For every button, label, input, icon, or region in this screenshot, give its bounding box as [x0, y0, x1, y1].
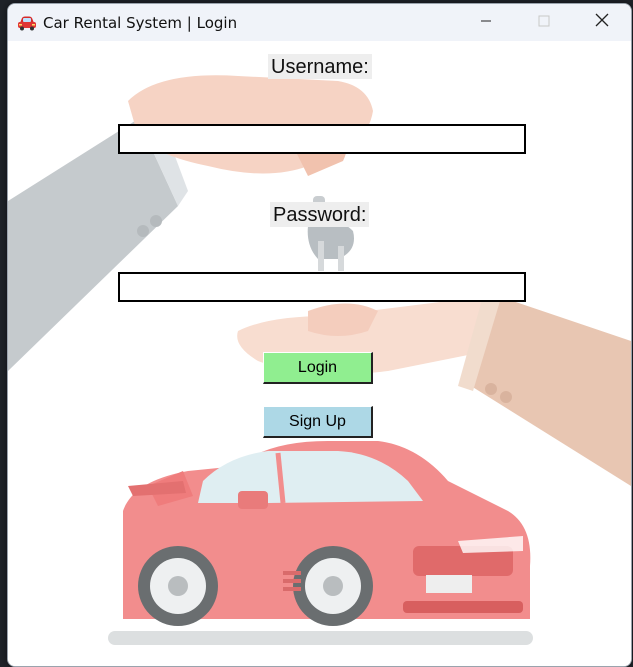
- maximize-icon: [538, 14, 550, 32]
- window-title: Car Rental System | Login: [43, 13, 238, 32]
- minimize-icon: [480, 14, 492, 32]
- red-car-icon: [17, 13, 37, 33]
- password-field[interactable]: [118, 272, 526, 302]
- username-label: Username:: [268, 54, 372, 79]
- username-field[interactable]: [118, 124, 526, 154]
- minimize-button[interactable]: [457, 4, 515, 41]
- close-button[interactable]: [573, 4, 631, 41]
- password-label: Password:: [270, 202, 370, 227]
- title-bar[interactable]: Car Rental System | Login: [8, 4, 631, 41]
- login-panel: Username: Password: Login Sign Up: [8, 41, 631, 666]
- close-icon: [595, 13, 609, 32]
- signup-button[interactable]: Sign Up: [263, 406, 373, 438]
- maximize-button[interactable]: [515, 4, 573, 41]
- login-button[interactable]: Login: [263, 352, 373, 384]
- window-controls: [457, 4, 631, 41]
- app-window: Car Rental System | Login Username: Pass…: [7, 3, 632, 667]
